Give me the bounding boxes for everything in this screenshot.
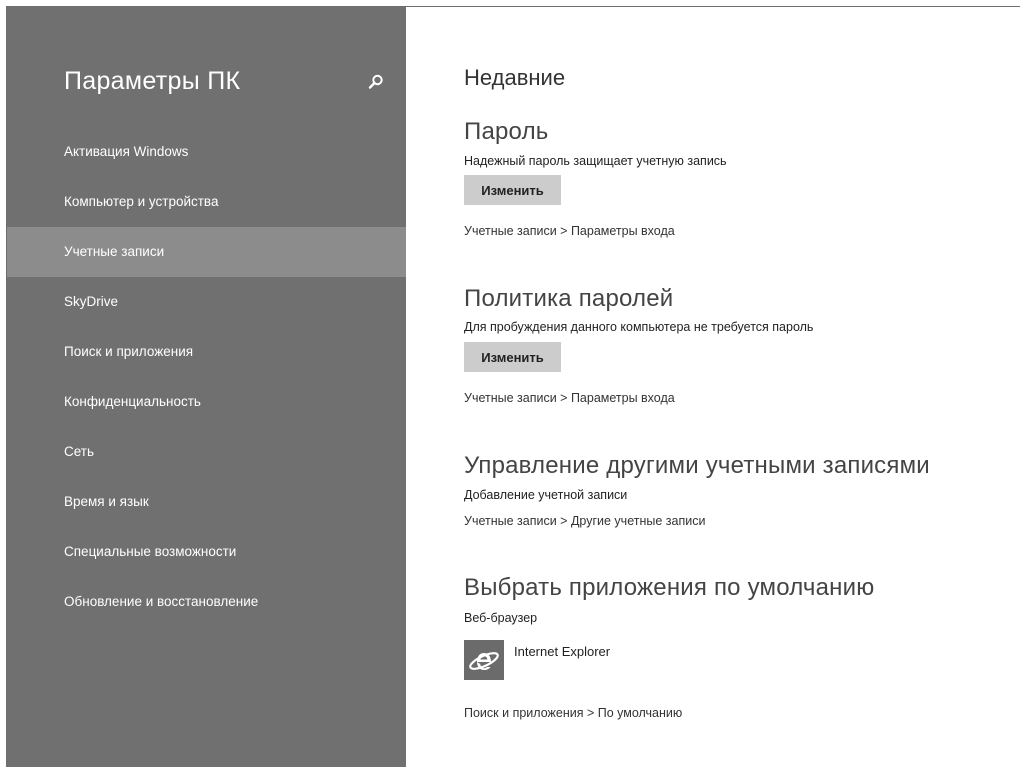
sidebar-item-accounts[interactable]: Учетные записи — [7, 227, 406, 277]
internet-explorer-icon — [469, 652, 499, 670]
add-account-link[interactable]: Добавление учетной записи — [464, 488, 627, 502]
sidebar-item-network[interactable]: Сеть — [7, 427, 406, 477]
change-password-policy-button[interactable]: Изменить — [464, 342, 561, 372]
search-icon[interactable] — [367, 73, 385, 91]
sidebar-item-privacy[interactable]: Конфиденциальность — [7, 377, 406, 427]
password-policy-section-title: Политика паролей — [464, 285, 674, 312]
default-browser-name[interactable]: Internet Explorer — [514, 644, 610, 659]
password-section-title: Пароль — [464, 118, 549, 145]
sidebar-title: Параметры ПК — [64, 67, 241, 95]
sidebar-item-skydrive[interactable]: SkyDrive — [7, 277, 406, 327]
sidebar-item-time-and-language[interactable]: Время и язык — [7, 477, 406, 527]
sidebar: Параметры ПК Активация Windows Компьютер… — [7, 7, 406, 767]
page-title: Недавние — [464, 65, 566, 90]
password-policy-description: Для пробуждения данного компьютера не тр… — [464, 320, 814, 334]
password-settings-link[interactable]: Учетные записи > Параметры входа — [464, 224, 675, 238]
password-description: Надежный пароль защищает учетную запись — [464, 154, 727, 168]
sidebar-item-activation[interactable]: Активация Windows — [7, 127, 406, 177]
web-browser-label: Веб-браузер — [464, 611, 538, 625]
sidebar-item-pc-and-devices[interactable]: Компьютер и устройства — [7, 177, 406, 227]
manage-accounts-section-title: Управление другими учетными записями — [464, 452, 930, 479]
sidebar-item-search-and-apps[interactable]: Поиск и приложения — [7, 327, 406, 377]
default-apps-link[interactable]: Поиск и приложения > По умолчанию — [464, 706, 682, 720]
sidebar-item-update-and-recovery[interactable]: Обновление и восстановление — [7, 577, 406, 627]
default-browser-tile[interactable] — [464, 640, 504, 680]
sidebar-item-ease-of-access[interactable]: Специальные возможности — [7, 527, 406, 577]
main-content: Недавние Пароль Надежный пароль защищает… — [464, 7, 1019, 767]
sidebar-nav: Активация Windows Компьютер и устройства… — [7, 127, 406, 627]
other-accounts-link[interactable]: Учетные записи > Другие учетные записи — [464, 514, 705, 528]
change-password-button[interactable]: Изменить — [464, 175, 561, 205]
password-policy-settings-link[interactable]: Учетные записи > Параметры входа — [464, 391, 675, 405]
default-apps-section-title: Выбрать приложения по умолчанию — [464, 574, 875, 601]
window-frame: Параметры ПК Активация Windows Компьютер… — [6, 6, 1020, 767]
